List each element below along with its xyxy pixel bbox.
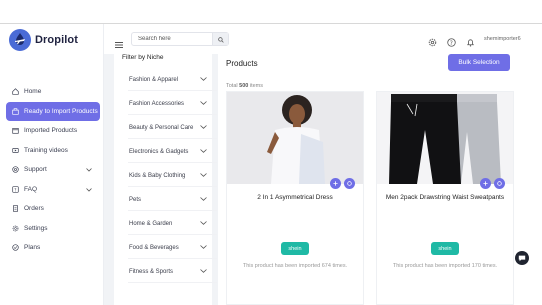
chevron-down-icon xyxy=(200,173,207,179)
niche-item[interactable]: Fashion & Apparel xyxy=(128,69,217,91)
sidebar-item-label: Settings xyxy=(24,224,48,232)
sidebar-item-label: FAQ xyxy=(24,185,38,193)
filter-title: Filter by Niche xyxy=(122,54,164,61)
search-box xyxy=(131,32,229,46)
product-name[interactable]: Men 2pack Drawstring Waist Sweatpants xyxy=(377,194,513,201)
chevron-down-icon xyxy=(200,125,207,131)
sidebar: Dropilot Home Ready to Import Products I… xyxy=(0,24,104,305)
niche-label: Fashion Accessories xyxy=(129,100,185,107)
add-icon[interactable] xyxy=(480,178,491,189)
niche-item[interactable]: Beauty & Personal Care xyxy=(128,117,217,139)
product-card[interactable]: Men 2pack Drawstring Waist Sweatpants sh… xyxy=(376,91,514,305)
niche-label: Electronics & Gadgets xyxy=(129,148,189,155)
store-badge: shein xyxy=(431,242,459,255)
niche-label: Kids & Baby Clothing xyxy=(129,172,186,179)
support-icon xyxy=(12,166,19,173)
sidebar-item-label: Imported Products xyxy=(24,127,78,135)
chevron-down-icon xyxy=(200,197,207,203)
product-image[interactable] xyxy=(227,92,363,184)
main-content: Filter by Niche Fashion & Apparel Fashio… xyxy=(104,54,542,305)
niche-filter-panel: Filter by Niche Fashion & Apparel Fashio… xyxy=(114,54,217,305)
product-image[interactable] xyxy=(377,92,513,184)
plans-icon xyxy=(12,244,19,251)
video-icon xyxy=(12,147,19,154)
help-icon[interactable]: ? xyxy=(447,34,456,52)
hamburger-menu-icon[interactable] xyxy=(115,35,123,53)
sidebar-item-label: Home xyxy=(24,88,42,96)
page-title: Products xyxy=(226,59,258,68)
niche-item[interactable]: Home & Garden xyxy=(128,213,217,235)
sidebar-item-label: Ready to Import Products xyxy=(24,107,98,115)
card-actions xyxy=(330,178,355,189)
box-icon xyxy=(12,127,19,134)
chevron-down-icon xyxy=(86,167,92,174)
niche-label: Fitness & Sports xyxy=(129,268,174,275)
niche-item[interactable]: Fashion Accessories xyxy=(128,93,217,115)
svg-text:?: ? xyxy=(14,187,16,192)
card-actions xyxy=(480,178,505,189)
chevron-down-icon xyxy=(200,245,207,251)
sidebar-item-label: Orders xyxy=(24,205,44,213)
product-card[interactable]: 2 In 1 Asymmetrical Dress shein This pro… xyxy=(226,91,364,305)
total-items: Total 500 items xyxy=(226,83,264,89)
sidebar-item-settings[interactable]: Settings xyxy=(6,219,100,239)
sidebar-item-faq[interactable]: ? FAQ xyxy=(6,180,100,200)
chat-bubble-icon[interactable] xyxy=(515,251,529,265)
gear-icon xyxy=(12,225,19,232)
store-badge: shein xyxy=(281,242,309,255)
import-icon xyxy=(12,108,19,115)
niche-label: Home & Garden xyxy=(129,220,173,227)
sidebar-item-label: Support xyxy=(24,166,47,174)
faq-icon: ? xyxy=(12,186,19,193)
sidebar-nav: Home Ready to Import Products Imported P… xyxy=(6,82,100,258)
niche-label: Fashion & Apparel xyxy=(129,76,179,83)
chevron-down-icon xyxy=(200,269,207,275)
search-button[interactable] xyxy=(212,33,228,45)
niche-item[interactable]: Food & Beverages xyxy=(128,237,217,259)
add-icon[interactable] xyxy=(330,178,341,189)
home-icon xyxy=(12,88,19,95)
niche-item[interactable]: Electronics & Gadgets xyxy=(128,141,217,163)
logo-icon xyxy=(9,29,31,51)
sidebar-item-support[interactable]: Support xyxy=(6,160,100,180)
top-strip xyxy=(0,0,542,24)
bell-icon[interactable] xyxy=(466,34,475,52)
bulk-selection-button[interactable]: Bulk Selection xyxy=(448,54,510,71)
product-name[interactable]: 2 In 1 Asymmetrical Dress xyxy=(227,194,363,201)
chevron-down-icon xyxy=(200,149,207,155)
svg-text:?: ? xyxy=(450,41,453,47)
header: ? shemimporter6 xyxy=(104,24,542,54)
refresh-icon[interactable] xyxy=(344,178,355,189)
search-icon xyxy=(217,30,224,48)
niche-item[interactable]: Kids & Baby Clothing xyxy=(128,165,217,187)
sidebar-item-label: Plans xyxy=(24,244,41,252)
chevron-down-icon xyxy=(200,101,207,107)
niche-label: Pets xyxy=(129,196,142,203)
sidebar-item-imported-products[interactable]: Imported Products xyxy=(6,121,100,141)
sidebar-item-training-videos[interactable]: Training videos xyxy=(6,141,100,161)
niche-item[interactable]: Fitness & Sports xyxy=(128,261,217,283)
orders-icon xyxy=(12,205,19,212)
sidebar-item-home[interactable]: Home xyxy=(6,82,100,102)
total-count: 500 xyxy=(239,83,249,89)
search-input[interactable] xyxy=(138,36,208,42)
username[interactable]: shemimporter6 xyxy=(484,36,521,42)
chevron-down-icon xyxy=(200,77,207,83)
settings-gear-icon[interactable] xyxy=(428,34,437,52)
sidebar-item-ready-to-import[interactable]: Ready to Import Products xyxy=(6,101,100,121)
logo[interactable]: Dropilot xyxy=(9,29,78,51)
niche-label: Beauty & Personal Care xyxy=(129,124,194,131)
sidebar-item-plans[interactable]: Plans xyxy=(6,238,100,258)
chevron-down-icon xyxy=(200,221,207,227)
niche-label: Food & Beverages xyxy=(129,244,179,251)
import-count: This product has been imported 674 times… xyxy=(242,263,348,269)
sidebar-item-orders[interactable]: Orders xyxy=(6,199,100,219)
refresh-icon[interactable] xyxy=(494,178,505,189)
sidebar-item-label: Training videos xyxy=(24,146,68,154)
products-panel: Products Bulk Selection Total 500 items xyxy=(218,54,542,305)
chevron-down-icon xyxy=(86,187,92,194)
niche-item[interactable]: Pets xyxy=(128,189,217,211)
import-count: This product has been imported 170 times… xyxy=(392,263,498,269)
logo-text: Dropilot xyxy=(35,34,78,46)
